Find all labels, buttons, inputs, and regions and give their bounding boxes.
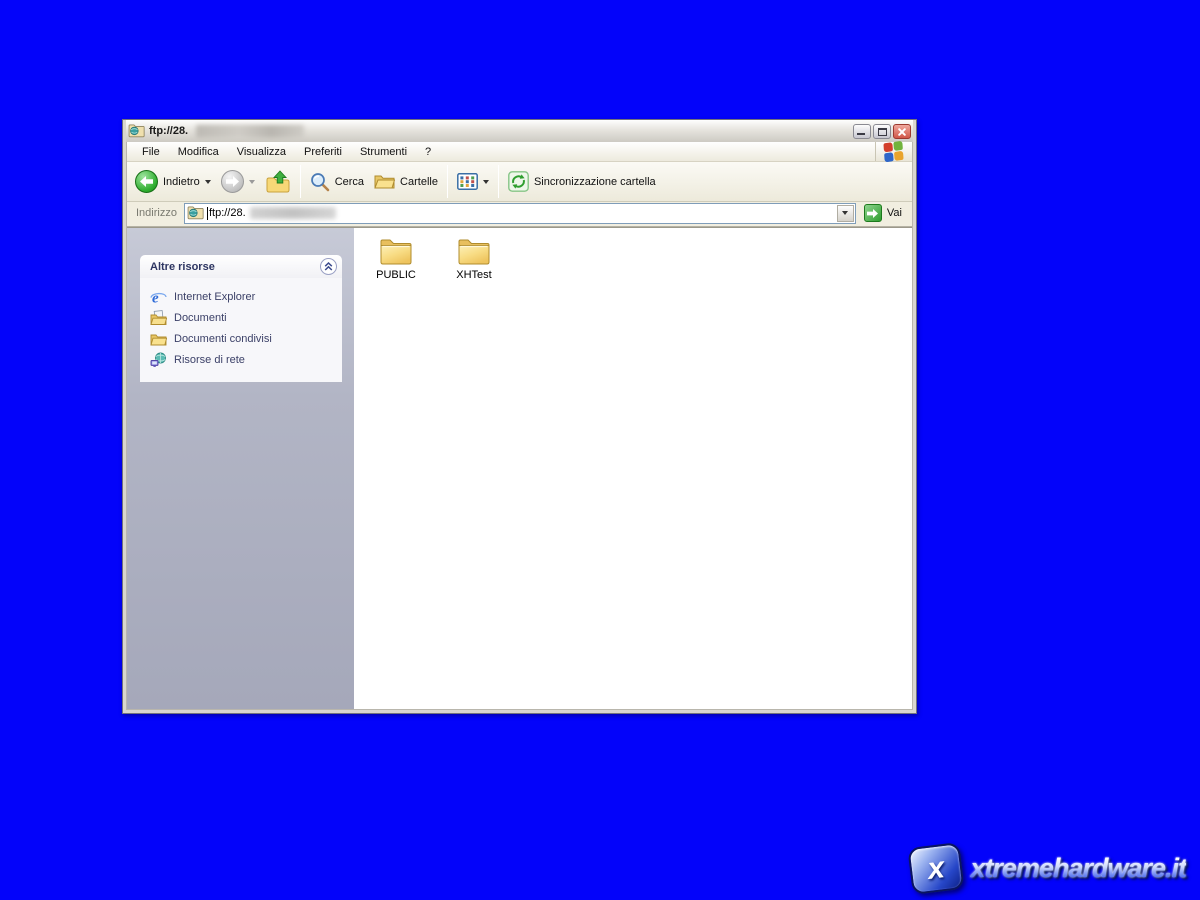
forward-button[interactable] [217,168,259,195]
sync-button[interactable]: Sincronizzazione cartella [504,169,660,194]
toolbar-separator [300,165,301,198]
folder-icon [456,236,492,267]
go-button[interactable]: Vai [856,204,910,222]
views-dropdown-icon[interactable] [483,180,489,184]
maximize-button[interactable] [873,124,891,139]
menu-strumenti[interactable]: Strumenti [351,144,416,160]
views-grid-icon [457,173,478,190]
sidebar-item-documenti[interactable]: Documenti [148,309,338,327]
redacted-address-text [250,207,336,219]
sidebar: Altre risorse e [127,228,354,709]
toolbar-separator [447,165,448,198]
views-button[interactable] [453,171,493,192]
file-list-area[interactable]: PUBLIC XHTest [354,228,912,709]
internet-explorer-icon: e [150,289,167,305]
open-folder-icon [374,173,395,190]
minimize-button[interactable] [853,124,871,139]
windows-logo-icon [883,141,904,163]
panel-header[interactable]: Altre risorse [140,255,342,278]
sync-icon [508,171,529,192]
menu-modifica[interactable]: Modifica [169,144,228,160]
menu-visualizza[interactable]: Visualizza [228,144,295,160]
watermark: x xtremehardware.it [910,845,1186,892]
go-label: Vai [887,207,902,219]
watermark-badge-icon: x [908,842,965,895]
sidebar-item-label: Risorse di rete [174,354,245,366]
magnifier-icon [310,172,330,192]
toolbar: Indietro [127,162,912,202]
back-button[interactable]: Indietro [131,168,215,195]
toolbar-separator [498,165,499,198]
menu-preferiti[interactable]: Preferiti [295,144,351,160]
up-button[interactable] [261,168,295,196]
sidebar-item-label: Documenti [174,312,227,324]
sidebar-item-internet-explorer[interactable]: e Internet Explorer [148,288,338,306]
throbber-area [875,142,912,161]
folder-icon [378,236,414,267]
folder-name: PUBLIC [376,269,416,281]
panel-body: e Internet Explorer [140,278,342,382]
address-dropdown-button[interactable] [837,205,854,222]
other-places-panel: Altre risorse e [140,255,342,382]
address-input[interactable]: ftp://28. [184,203,856,224]
window-controls [853,124,911,139]
address-label: Indirizzo [129,207,184,219]
sidebar-item-label: Internet Explorer [174,291,255,303]
menu-file[interactable]: File [133,144,169,160]
close-button[interactable] [893,124,911,139]
address-bar: Indirizzo ftp://28. Vai [127,202,912,227]
menu-help[interactable]: ? [416,144,440,160]
sync-label: Sincronizzazione cartella [534,176,656,188]
address-value: ftp://28. [209,207,246,219]
search-label: Cerca [335,176,364,188]
sidebar-item-documenti-condivisi[interactable]: Documenti condivisi [148,330,338,348]
up-folder-icon [265,170,291,194]
ftp-folder-icon [128,123,145,139]
shared-documents-folder-icon [150,331,167,347]
chevron-up-icon[interactable] [320,258,337,275]
menu-bar: File Modifica Visualizza Preferiti Strum… [127,142,912,162]
ftp-folder-icon [187,205,204,221]
sidebar-item-label: Documenti condivisi [174,333,272,345]
back-label: Indietro [163,176,200,188]
title-bar[interactable]: ftp://28. [126,120,913,142]
search-button[interactable]: Cerca [306,170,368,194]
folders-label: Cartelle [400,176,438,188]
explorer-window: ftp://28. File Modifica Visualizza Prefe… [122,119,917,714]
text-caret [207,207,208,220]
window-title: ftp://28. [149,125,188,137]
back-dropdown-icon[interactable] [205,180,211,184]
forward-arrow-icon [221,170,244,193]
watermark-text: xtremehardware.it [970,853,1186,884]
sidebar-item-risorse-di-rete[interactable]: Risorse di rete [148,351,338,369]
back-arrow-icon [135,170,158,193]
panel-title: Altre risorse [150,261,215,273]
folder-item-public[interactable]: PUBLIC [366,236,426,281]
redacted-title-text [196,125,304,138]
folder-item-xhtest[interactable]: XHTest [444,236,504,281]
network-places-icon [150,352,167,368]
forward-dropdown-icon[interactable] [249,180,255,184]
folders-button[interactable]: Cartelle [370,171,442,192]
documents-folder-icon [150,310,167,326]
folder-name: XHTest [456,269,491,281]
svg-text:e: e [152,291,159,306]
go-arrow-icon [864,204,882,222]
